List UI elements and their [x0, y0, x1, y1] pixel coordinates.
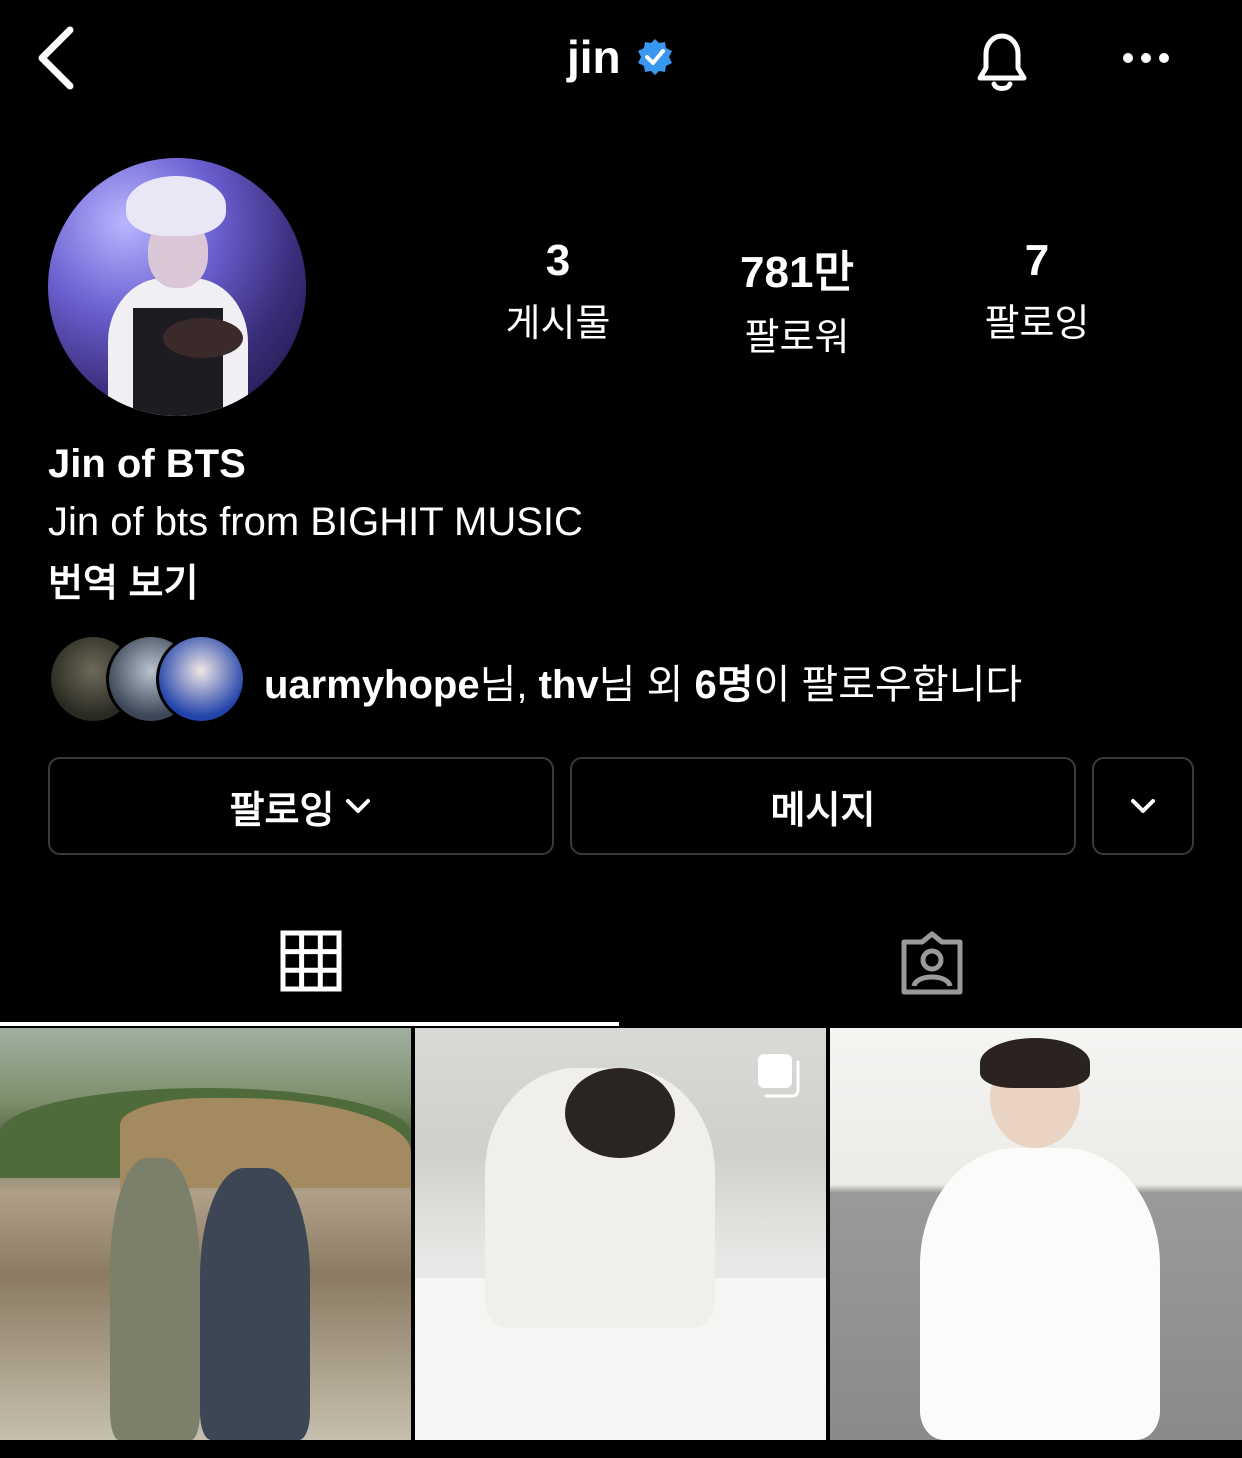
stat-posts-value: 3: [545, 236, 571, 285]
mutual-followers-text[interactable]: uarmyhope님, thv님 외 6명이 팔로우합니다: [264, 652, 1022, 710]
mutual-avatars[interactable]: [48, 634, 248, 724]
stat-following-label: 팔로잉: [984, 303, 1090, 345]
tab-grid[interactable]: [0, 920, 621, 1020]
mutual-mid: 님 외: [598, 663, 695, 707]
top-bar: jin: [0, 0, 1242, 120]
tab-tagged[interactable]: [621, 920, 1242, 1020]
stat-following[interactable]: 7 팔로잉: [937, 236, 1137, 347]
suggested-dropdown-button[interactable]: [1092, 757, 1194, 855]
grid-icon: [280, 930, 341, 992]
photo-person: [110, 1158, 200, 1440]
chevron-down-icon: [346, 799, 371, 813]
tagged-person-icon: [901, 931, 962, 995]
stat-posts-label: 게시물: [505, 303, 611, 345]
photo-person-hair: [980, 1038, 1090, 1088]
mutual-user-1[interactable]: uarmyhope: [264, 663, 480, 707]
title-wrap: jin: [0, 30, 1242, 84]
message-button-label: 메시지: [770, 789, 876, 832]
bottom-bar: [0, 1440, 1242, 1458]
translate-link[interactable]: 번역 보기: [48, 552, 198, 607]
mutual-tail: 이 팔로우합니다: [753, 663, 1023, 707]
avatar-figure-cake: [163, 318, 243, 358]
following-button[interactable]: 팔로잉: [48, 757, 554, 855]
active-tab-indicator: [0, 1022, 619, 1026]
post-thumbnail[interactable]: [0, 1028, 411, 1440]
stat-followers-value: 781만: [740, 248, 854, 297]
post-thumbnail[interactable]: [830, 1028, 1242, 1440]
mutual-user-2[interactable]: thv: [539, 663, 599, 707]
chevron-down-icon: [1131, 799, 1155, 813]
mutual-avatar: [156, 634, 246, 724]
stat-posts[interactable]: 3 게시물: [458, 236, 658, 347]
bell-icon[interactable]: [966, 24, 1038, 96]
photo-person: [920, 1148, 1160, 1440]
message-button[interactable]: 메시지: [570, 757, 1076, 855]
photo-person: [200, 1168, 310, 1440]
mutual-sep: 님,: [479, 663, 539, 707]
profile-name: Jin of BTS: [48, 442, 246, 486]
multiple-photos-icon: [758, 1054, 800, 1098]
username-title: jin: [566, 31, 621, 83]
profile-avatar[interactable]: [48, 158, 306, 416]
photo-person-hair: [565, 1068, 675, 1158]
following-button-label: 팔로잉: [229, 789, 335, 832]
mutual-count: 6명: [694, 663, 754, 707]
more-options-icon[interactable]: [1118, 40, 1174, 76]
stat-followers-label: 팔로워: [744, 317, 850, 359]
stat-following-value: 7: [1024, 236, 1050, 285]
stat-followers[interactable]: 781만 팔로워: [697, 236, 897, 361]
verified-badge-icon: [638, 39, 673, 75]
profile-bio: Jin of bts from BIGHIT MUSIC: [48, 500, 583, 544]
avatar-figure-hat: [126, 176, 226, 236]
